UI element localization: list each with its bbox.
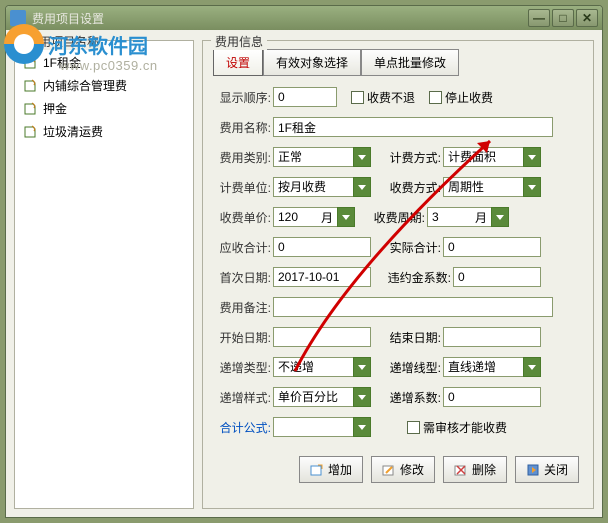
calc-method-label: 计费方式: bbox=[383, 149, 441, 166]
edit-button[interactable]: 修改 bbox=[371, 456, 435, 483]
penalty-factor-label: 违约金系数: bbox=[383, 269, 451, 286]
increment-line-select[interactable]: 直线递增 bbox=[443, 357, 541, 377]
increment-style-select[interactable]: 单价百分比 bbox=[273, 387, 371, 407]
unit-price-label: 收费单价 bbox=[213, 209, 271, 226]
stop-charge-checkbox[interactable] bbox=[429, 91, 442, 104]
fee-items-panel: 费用项目名称 1F租金 内铺综合管理费 押金 垃圾清运费 bbox=[14, 40, 194, 509]
delete-button[interactable]: 删除 bbox=[443, 456, 507, 483]
charge-method-select[interactable]: 周期性 bbox=[443, 177, 541, 197]
first-date-input[interactable] bbox=[273, 267, 371, 287]
fee-items-tree: 1F租金 内铺综合管理费 押金 垃圾清运费 bbox=[17, 43, 191, 151]
tree-item-label: 垃圾清运费 bbox=[43, 123, 103, 140]
fee-name-label: 费用名称 bbox=[213, 119, 271, 136]
fee-name-input[interactable] bbox=[273, 117, 553, 137]
action-buttons: 增加 修改 删除 关闭 bbox=[213, 456, 583, 483]
tree-item-label: 押金 bbox=[43, 100, 67, 117]
end-date-label: 结束日期: bbox=[383, 329, 441, 346]
start-date-input[interactable] bbox=[273, 327, 371, 347]
formula-select[interactable] bbox=[273, 417, 371, 437]
tab-batch-edit[interactable]: 单点批量修改 bbox=[361, 49, 459, 76]
delete-icon bbox=[454, 463, 468, 477]
add-icon bbox=[310, 463, 324, 477]
no-refund-label: 收费不退 bbox=[367, 89, 415, 106]
fee-items-title: 费用项目名称 bbox=[23, 33, 103, 50]
chevron-down-icon[interactable] bbox=[353, 417, 371, 437]
chevron-down-icon[interactable] bbox=[353, 147, 371, 167]
increment-factor-input[interactable] bbox=[443, 387, 541, 407]
minimize-button[interactable]: — bbox=[528, 9, 550, 27]
document-icon bbox=[23, 125, 39, 139]
titlebar: 费用项目设置 — □ ✕ bbox=[6, 6, 602, 30]
stop-charge-label: 停止收费 bbox=[445, 89, 493, 106]
charge-method-label: 收费方式: bbox=[383, 179, 441, 196]
tab-bar: 设置 有效对象选择 单点批量修改 bbox=[213, 49, 583, 76]
chevron-down-icon[interactable] bbox=[523, 357, 541, 377]
charge-cycle-unit: 月 bbox=[471, 207, 491, 227]
chevron-down-icon[interactable] bbox=[353, 177, 371, 197]
tab-settings[interactable]: 设置 bbox=[213, 49, 263, 76]
add-button[interactable]: 增加 bbox=[299, 456, 363, 483]
formula-label: 合计公式 bbox=[213, 419, 271, 436]
close-icon bbox=[526, 463, 540, 477]
tree-item[interactable]: 垃圾清运费 bbox=[21, 120, 187, 143]
document-icon bbox=[23, 56, 39, 70]
chevron-down-icon[interactable] bbox=[353, 387, 371, 407]
tree-item[interactable]: 押金 bbox=[21, 97, 187, 120]
chevron-down-icon[interactable] bbox=[353, 357, 371, 377]
unit-price-input[interactable] bbox=[273, 207, 317, 227]
tree-item-label: 内铺综合管理费 bbox=[43, 77, 127, 94]
increment-factor-label: 递增系数: bbox=[383, 389, 441, 406]
display-order-input[interactable] bbox=[273, 87, 337, 107]
receivable-total-label: 应收合计 bbox=[213, 239, 271, 256]
tab-valid-objects[interactable]: 有效对象选择 bbox=[263, 49, 361, 76]
increment-type-label: 递增类型 bbox=[213, 359, 271, 376]
main-window: 费用项目设置 — □ ✕ 河东软件园 www.pc0359.cn 费用项目名称 … bbox=[5, 5, 603, 518]
tree-item[interactable]: 1F租金 bbox=[21, 51, 187, 74]
close-button[interactable]: 关闭 bbox=[515, 456, 579, 483]
actual-total-input[interactable] bbox=[443, 237, 541, 257]
window-title: 费用项目设置 bbox=[32, 10, 528, 27]
tree-item-label: 1F租金 bbox=[43, 54, 81, 71]
app-icon bbox=[10, 10, 26, 26]
fee-remark-label: 费用备注 bbox=[213, 299, 271, 316]
document-icon bbox=[23, 102, 39, 116]
calc-unit-label: 计费单位 bbox=[213, 179, 271, 196]
charge-cycle-combo[interactable]: 月 bbox=[427, 207, 509, 227]
calc-method-select[interactable]: 计费面积 bbox=[443, 147, 541, 167]
need-audit-label: 需审核才能收费 bbox=[423, 419, 507, 436]
start-date-label: 开始日期 bbox=[213, 329, 271, 346]
chevron-down-icon[interactable] bbox=[523, 177, 541, 197]
end-date-input[interactable] bbox=[443, 327, 541, 347]
penalty-factor-input[interactable] bbox=[453, 267, 541, 287]
receivable-total-input[interactable] bbox=[273, 237, 371, 257]
edit-icon bbox=[382, 463, 396, 477]
chevron-down-icon[interactable] bbox=[337, 207, 355, 227]
fee-type-select[interactable]: 正常 bbox=[273, 147, 371, 167]
unit-price-unit: 月 bbox=[317, 207, 337, 227]
fee-remark-input[interactable] bbox=[273, 297, 553, 317]
chevron-down-icon[interactable] bbox=[491, 207, 509, 227]
chevron-down-icon[interactable] bbox=[523, 147, 541, 167]
charge-cycle-label: 收费周期: bbox=[367, 209, 425, 226]
document-icon bbox=[23, 79, 39, 93]
fee-type-label: 费用类别 bbox=[213, 149, 271, 166]
increment-style-label: 递增样式 bbox=[213, 389, 271, 406]
maximize-button[interactable]: □ bbox=[552, 9, 574, 27]
charge-cycle-input[interactable] bbox=[427, 207, 471, 227]
fee-info-panel: 费用信息 设置 有效对象选择 单点批量修改 显示顺序 收费不退 停止 bbox=[202, 40, 594, 509]
increment-line-label: 递增线型: bbox=[383, 359, 441, 376]
unit-price-combo[interactable]: 月 bbox=[273, 207, 355, 227]
display-order-label: 显示顺序 bbox=[213, 89, 271, 106]
increment-type-select[interactable]: 不递增 bbox=[273, 357, 371, 377]
first-date-label: 首次日期 bbox=[213, 269, 271, 286]
close-window-button[interactable]: ✕ bbox=[576, 9, 598, 27]
fee-info-title: 费用信息 bbox=[211, 33, 267, 50]
actual-total-label: 实际合计: bbox=[383, 239, 441, 256]
need-audit-checkbox[interactable] bbox=[407, 421, 420, 434]
tree-item[interactable]: 内铺综合管理费 bbox=[21, 74, 187, 97]
calc-unit-select[interactable]: 按月收费 bbox=[273, 177, 371, 197]
no-refund-checkbox[interactable] bbox=[351, 91, 364, 104]
